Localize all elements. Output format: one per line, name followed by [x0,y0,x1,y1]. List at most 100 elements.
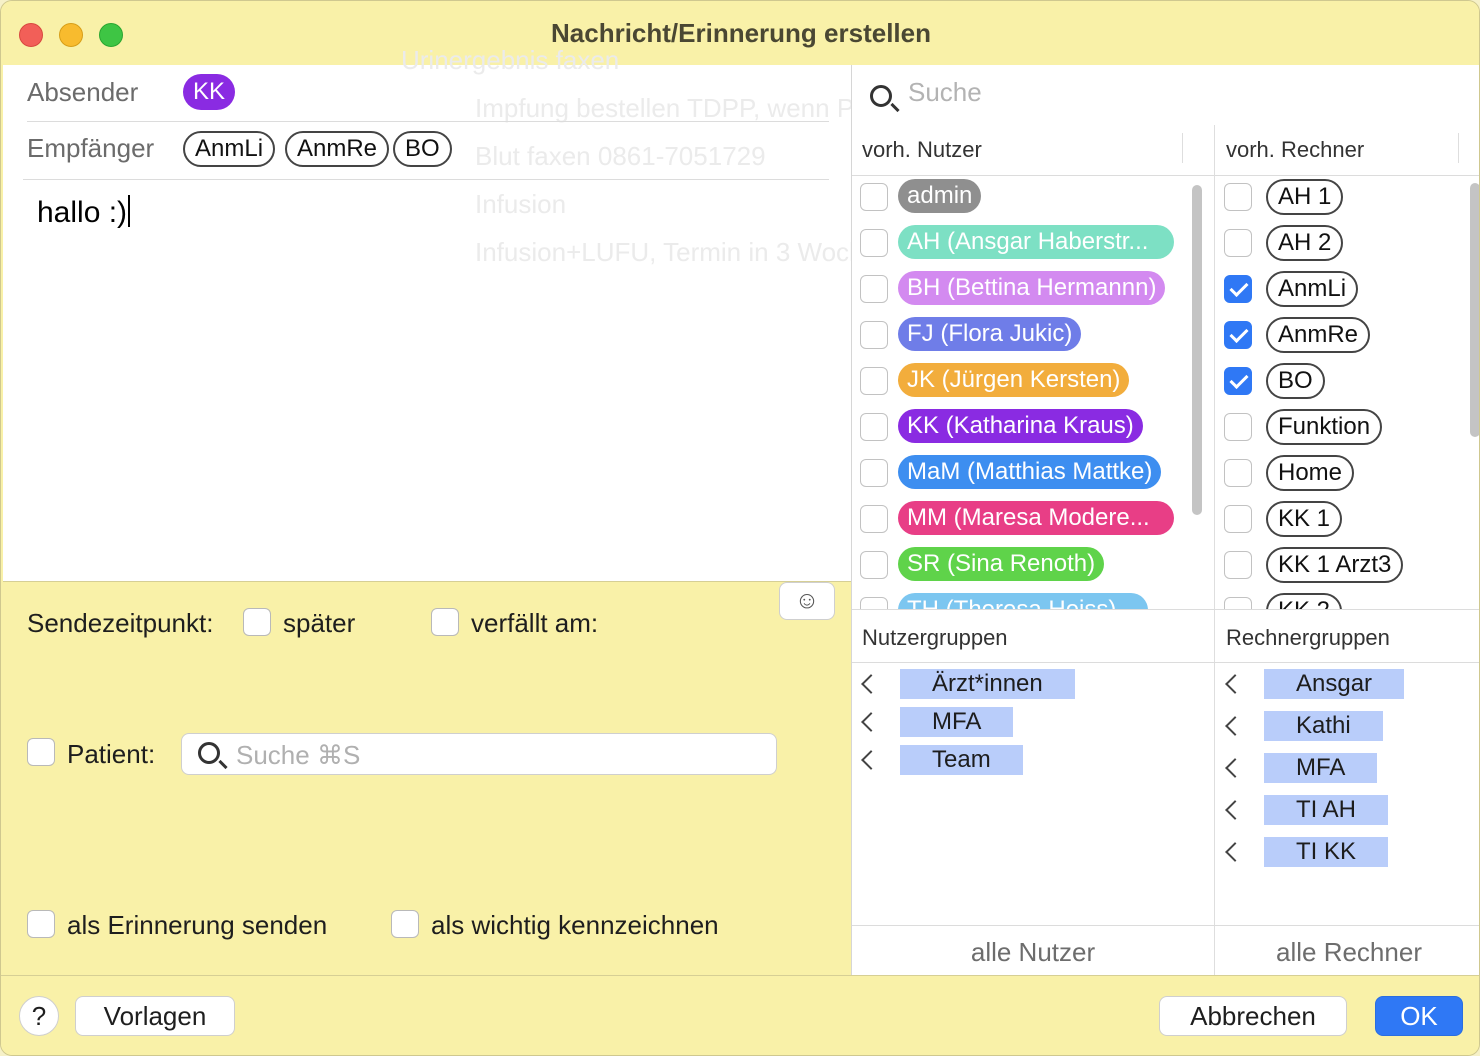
recipient-pill[interactable]: AnmRe [285,131,390,167]
host-checkbox[interactable] [1224,597,1252,609]
sender-label: Absender [27,77,139,107]
titlebar: Nachricht/Erinnerung erstellen [1,1,1479,65]
user-pill: MaM (Matthias Mattke) [898,455,1162,489]
chevron-left-icon[interactable] [861,674,881,694]
column-separator [1458,133,1459,163]
search-icon [870,85,892,107]
host-pill: AnmLi [1266,271,1359,307]
user-checkbox[interactable] [860,551,888,579]
user-pill: BH (Bettina Hermannn) [898,271,1166,305]
later-checkbox[interactable] [243,608,271,636]
recipient-label: Empfänger [27,133,155,163]
user-checkbox[interactable] [860,229,888,257]
chevron-left-icon[interactable] [861,712,881,732]
window-title: Nachricht/Erinnerung erstellen [551,18,931,48]
user-checkbox[interactable] [860,597,888,609]
divider [23,179,829,180]
patient-label: Patient: [67,739,156,769]
ok-button[interactable]: OK [1375,996,1463,1036]
host-checkbox[interactable] [1224,551,1252,579]
user-pill: MM (Maresa Modere... [898,501,1174,535]
search-icon [198,742,220,764]
chevron-left-icon[interactable] [1225,716,1245,736]
background-task-text: Blut faxen 0861-7051729 [475,141,766,171]
host-checkbox[interactable] [1224,459,1252,487]
host-pill: KK 1 [1266,501,1343,537]
divider [27,121,829,122]
all-users-button[interactable]: alle Nutzer [852,937,1214,968]
options-panel: ☺ Sendezeitpunkt: später verfällt am: Pa… [3,581,851,975]
host-group-pill: Ansgar [1264,669,1405,699]
message-text: hallo :) [37,196,128,229]
host-pill: AnmRe [1266,317,1371,353]
host-pill: AH 1 [1266,179,1344,215]
help-button[interactable]: ? [19,996,59,1036]
host-groups-header: Rechnergruppen [1226,625,1390,650]
host-pill: AH 2 [1266,225,1344,261]
host-checkbox[interactable] [1224,321,1252,349]
divider [852,662,1479,663]
user-group-pill: Ärzt*innen [900,669,1075,699]
user-pill: admin [898,179,982,213]
host-pill: Home [1266,455,1355,491]
column-separator [1182,133,1183,163]
divider [852,175,1479,176]
recipient-pill[interactable]: AnmLi [183,131,276,167]
chevron-left-icon[interactable] [861,750,881,770]
user-checkbox[interactable] [860,183,888,211]
dialog-footer: ? Vorlagen Abbrechen OK [1,975,1479,1055]
patient-checkbox[interactable] [27,738,55,766]
chevron-left-icon[interactable] [1225,674,1245,694]
sender-avatar: KK [183,74,235,110]
reminder-checkbox[interactable] [27,910,55,938]
host-pill: KK 2 [1266,593,1343,609]
user-checkbox[interactable] [860,505,888,533]
user-checkbox[interactable] [860,413,888,441]
hosts-scrollbar[interactable] [1470,183,1479,437]
host-checkbox[interactable] [1224,183,1252,211]
user-checkbox[interactable] [860,367,888,395]
patient-search-field[interactable]: Suche ⌘S [181,733,777,775]
user-checkbox[interactable] [860,459,888,487]
user-pill: AH (Ansgar Haberstr... [898,225,1174,259]
chevron-left-icon[interactable] [1225,842,1245,862]
cancel-button[interactable]: Abbrechen [1159,996,1347,1036]
user-pill: KK (Katharina Kraus) [898,409,1143,443]
user-checkbox[interactable] [860,321,888,349]
users-list: admin AH (Ansgar Haberstr... BH (Bettina… [852,177,1214,609]
host-checkbox[interactable] [1224,505,1252,533]
background-task-text: Urinergebnis faxen [401,45,620,75]
templates-button[interactable]: Vorlagen [75,996,235,1036]
host-checkbox[interactable] [1224,413,1252,441]
host-pill: KK 1 Arzt3 [1266,547,1404,583]
host-group-pill: MFA [1264,753,1378,783]
users-scrollbar[interactable] [1192,185,1202,515]
panel-separator [1214,125,1215,975]
message-body[interactable]: hallo :) [37,195,131,230]
text-caret [128,195,131,227]
divider [852,609,1479,610]
recipient-search-field[interactable]: Suche [908,77,982,108]
users-header: vorh. Nutzer [862,137,982,162]
expires-checkbox[interactable] [431,608,459,636]
user-pill: FJ (Flora Jukic) [898,317,1082,351]
recipient-pill[interactable]: BO [393,131,452,167]
send-time-label: Sendezeitpunkt: [27,608,214,638]
expires-label: verfällt am: [471,608,599,638]
host-checkbox[interactable] [1224,275,1252,303]
patient-search-placeholder: Suche ⌘S [236,740,361,770]
important-checkbox[interactable] [391,910,419,938]
recipient-picker: Suche vorh. Nutzer vorh. Rechner admin A… [851,65,1479,975]
user-group-pill: MFA [900,707,1014,737]
all-hosts-button[interactable]: alle Rechner [1216,937,1479,968]
user-checkbox[interactable] [860,275,888,303]
chevron-left-icon[interactable] [1225,800,1245,820]
later-label: später [283,608,356,638]
emoji-button[interactable]: ☺ [779,582,835,620]
host-pill: BO [1266,363,1325,399]
host-checkbox[interactable] [1224,229,1252,257]
user-groups-header: Nutzergruppen [862,625,1008,650]
user-pill: TH (Theresa Heiss) [898,593,1148,609]
chevron-left-icon[interactable] [1225,758,1245,778]
host-checkbox[interactable] [1224,367,1252,395]
